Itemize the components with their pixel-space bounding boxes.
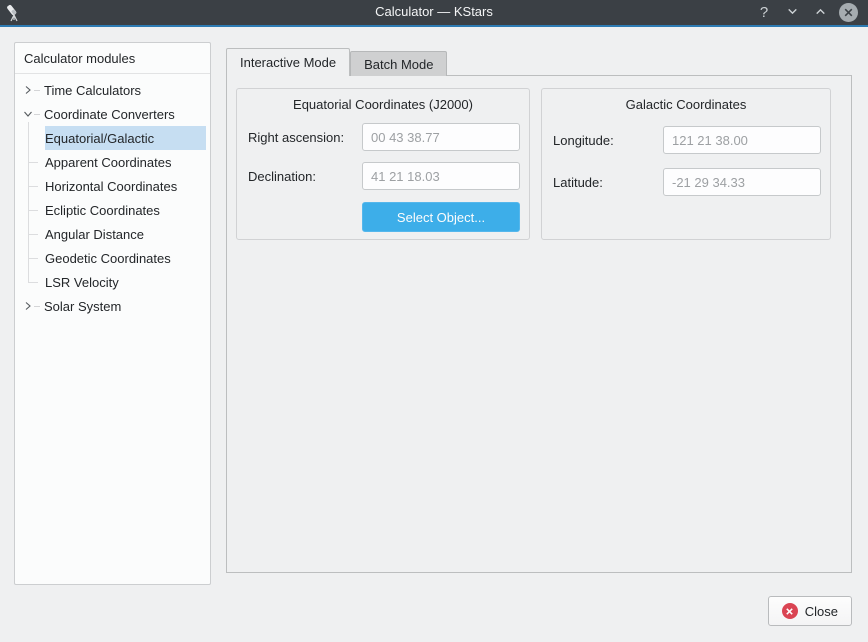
- chevron-up-icon: [814, 5, 827, 21]
- coordinate-boxes: Equatorial Coordinates (J2000) Right asc…: [227, 76, 851, 240]
- longitude-label: Longitude:: [553, 133, 663, 148]
- sidebar-item-solar-system[interactable]: Solar System: [15, 294, 210, 318]
- titlebar-buttons: ?: [752, 2, 868, 24]
- close-button-label: Close: [805, 604, 838, 619]
- sidebar-item-lsr-velocity[interactable]: LSR Velocity: [45, 270, 206, 294]
- close-circle-icon: [839, 3, 858, 22]
- right-ascension-label: Right ascension:: [248, 130, 362, 145]
- branch-dash: [34, 114, 40, 115]
- tree-item-label: Apparent Coordinates: [45, 155, 171, 170]
- interactive-mode-panel: Equatorial Coordinates (J2000) Right asc…: [226, 75, 852, 573]
- sidebar-item-ecliptic-coordinates[interactable]: Ecliptic Coordinates: [45, 198, 206, 222]
- module-tree: Time Calculators Coordinate Converters E…: [15, 74, 210, 318]
- latitude-row: Latitude:: [553, 168, 821, 196]
- sidebar-item-coordinate-converters[interactable]: Coordinate Converters: [15, 102, 210, 126]
- sidebar-item-time-calculators[interactable]: Time Calculators: [15, 78, 210, 102]
- tab-label: Interactive Mode: [240, 55, 336, 70]
- sidebar-item-geodetic-coordinates[interactable]: Geodetic Coordinates: [45, 246, 206, 270]
- chevron-down-icon[interactable]: [22, 108, 34, 120]
- chevron-right-icon[interactable]: [22, 84, 34, 96]
- branch-dash: [34, 90, 40, 91]
- right-ascension-row: Right ascension:: [248, 123, 520, 151]
- declination-input[interactable]: [362, 162, 520, 190]
- branch-dash: [34, 306, 40, 307]
- coordinate-converters-children: Equatorial/Galactic Apparent Coordinates…: [45, 126, 210, 294]
- tab-label: Batch Mode: [364, 57, 433, 72]
- tree-item-label: Equatorial/Galactic: [45, 131, 154, 146]
- select-object-button[interactable]: Select Object...: [362, 202, 520, 232]
- maximize-button[interactable]: [808, 2, 832, 24]
- minimize-button[interactable]: [780, 2, 804, 24]
- tree-item-label: Time Calculators: [44, 83, 141, 98]
- red-close-circle-icon: [782, 603, 798, 619]
- help-button[interactable]: ?: [752, 2, 776, 24]
- mode-tabbar: Interactive Mode Batch Mode: [226, 48, 447, 76]
- sidebar-item-angular-distance[interactable]: Angular Distance: [45, 222, 206, 246]
- tree-item-label: Geodetic Coordinates: [45, 251, 171, 266]
- window-close-button[interactable]: [836, 2, 860, 24]
- tree-item-label: Horizontal Coordinates: [45, 179, 177, 194]
- groupbox-title: Equatorial Coordinates (J2000): [237, 97, 529, 112]
- window-title: Calculator — KStars: [0, 0, 868, 23]
- close-button[interactable]: Close: [768, 596, 852, 626]
- tree-item-label: LSR Velocity: [45, 275, 119, 290]
- sidebar-item-equatorial-galactic[interactable]: Equatorial/Galactic: [45, 126, 206, 150]
- tree-item-label: Coordinate Converters: [44, 107, 175, 122]
- kstars-telescope-icon: [5, 3, 25, 23]
- tree-item-label: Solar System: [44, 299, 121, 314]
- equatorial-coordinates-groupbox: Equatorial Coordinates (J2000) Right asc…: [236, 88, 530, 240]
- declination-row: Declination:: [248, 162, 520, 190]
- sidebar-item-apparent-coordinates[interactable]: Apparent Coordinates: [45, 150, 206, 174]
- tab-batch-mode[interactable]: Batch Mode: [350, 51, 447, 76]
- declination-label: Declination:: [248, 169, 362, 184]
- tree-item-label: Ecliptic Coordinates: [45, 203, 160, 218]
- latitude-input[interactable]: [663, 168, 821, 196]
- help-icon: ?: [760, 4, 768, 21]
- tab-interactive-mode[interactable]: Interactive Mode: [226, 48, 350, 76]
- calculator-modules-panel: Calculator modules Time Calculators Coor…: [14, 42, 211, 585]
- select-object-row: Select Object...: [237, 202, 520, 232]
- groupbox-title: Galactic Coordinates: [542, 97, 830, 112]
- titlebar: Calculator — KStars ?: [0, 0, 868, 27]
- longitude-input[interactable]: [663, 126, 821, 154]
- galactic-coordinates-groupbox: Galactic Coordinates Longitude: Latitude…: [541, 88, 831, 240]
- right-ascension-input[interactable]: [362, 123, 520, 151]
- latitude-label: Latitude:: [553, 175, 663, 190]
- chevron-right-icon[interactable]: [22, 300, 34, 312]
- sidebar-item-horizontal-coordinates[interactable]: Horizontal Coordinates: [45, 174, 206, 198]
- sidebar-header: Calculator modules: [15, 43, 210, 73]
- chevron-down-icon: [786, 5, 799, 21]
- longitude-row: Longitude:: [553, 126, 821, 154]
- tree-item-label: Angular Distance: [45, 227, 144, 242]
